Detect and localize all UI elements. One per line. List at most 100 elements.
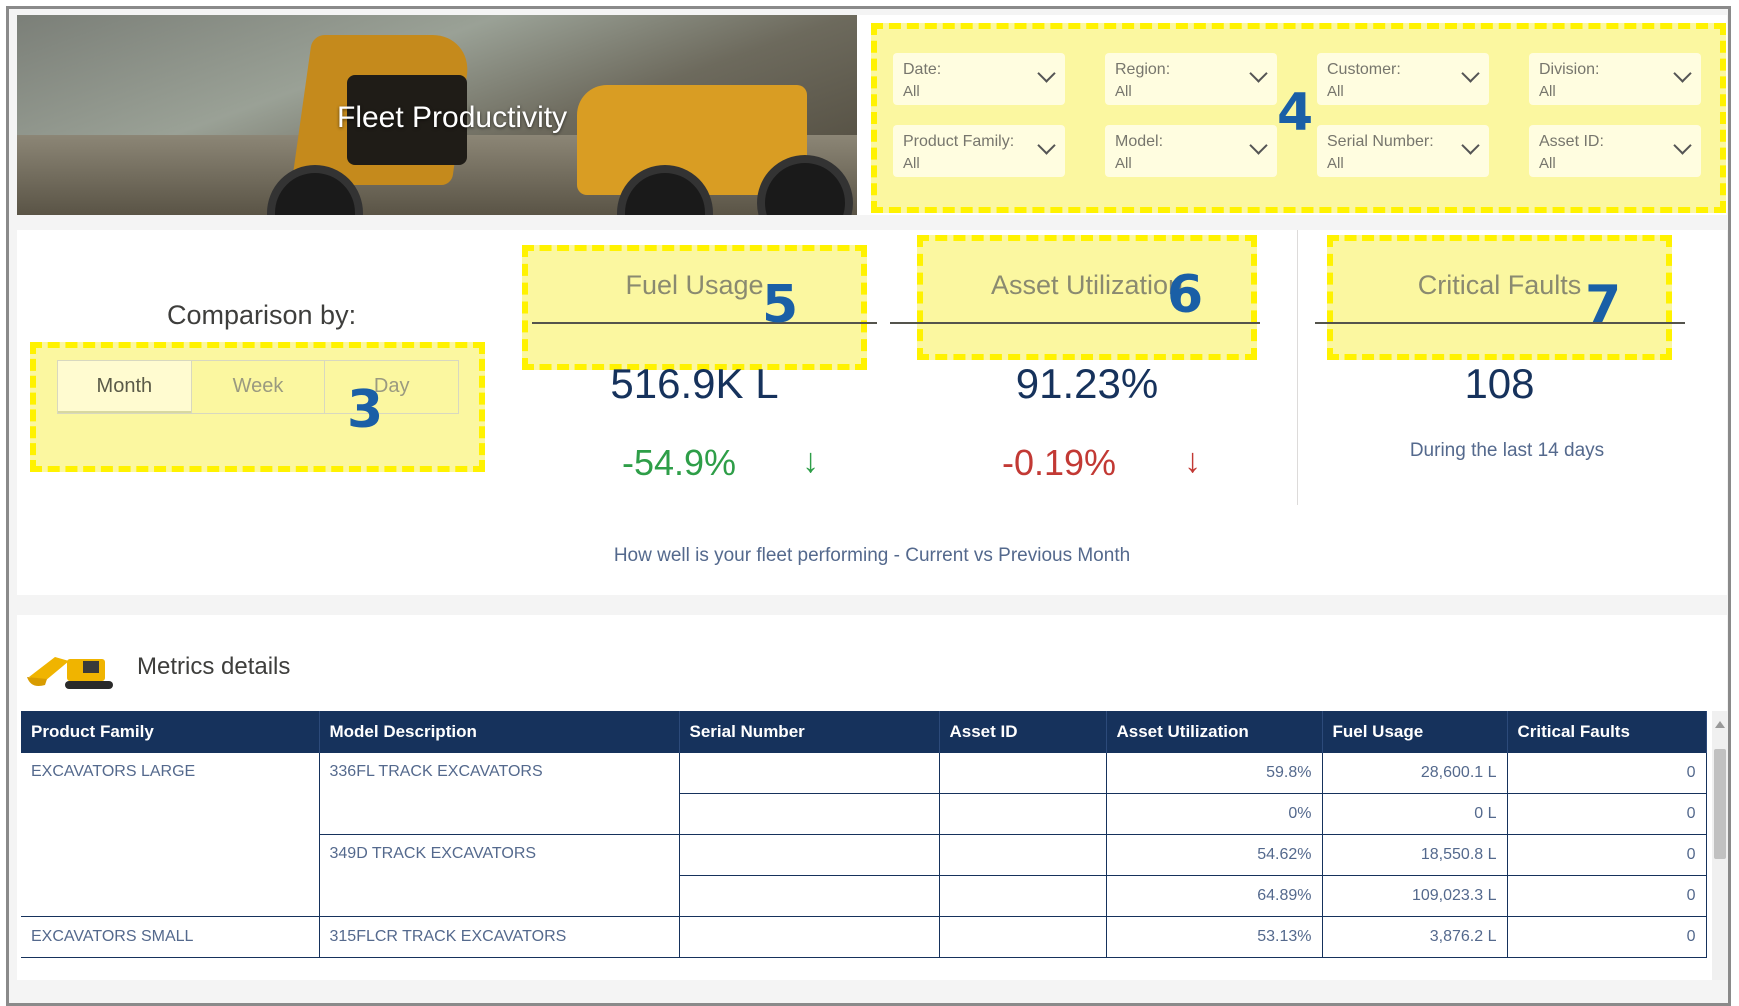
cell-asset-id (939, 875, 1107, 917)
filter-label: Model: (1115, 133, 1164, 150)
faults-divider (1315, 322, 1685, 324)
chevron-down-icon (1037, 64, 1056, 83)
filter-date[interactable]: Date: All (893, 53, 1065, 105)
cell-serial (679, 753, 940, 794)
scroll-up-icon[interactable] (1715, 721, 1725, 728)
cell-utilization: 53.13% (1106, 916, 1323, 958)
scrollbar-thumb[interactable] (1714, 749, 1726, 859)
filter-value: All (1327, 155, 1344, 172)
cell-serial (679, 834, 940, 876)
filter-value: All (1539, 155, 1556, 172)
cell-product-family: EXCAVATORS LARGE (21, 753, 320, 917)
filter-value: All (1115, 83, 1132, 100)
cell-fuel: 109,023.3 L (1322, 875, 1508, 917)
filter-region[interactable]: Region: All (1105, 53, 1277, 105)
filter-label: Customer: (1327, 61, 1401, 78)
cell-utilization: 0% (1106, 793, 1323, 835)
table-scrollbar[interactable] (1712, 711, 1728, 980)
cell-serial (679, 916, 940, 958)
asset-utilization-title: Asset Utilization (990, 270, 1184, 300)
cell-fuel: 0 L (1322, 793, 1508, 835)
page-title: Fleet Productivity (337, 101, 568, 134)
filter-label: Product Family: (903, 133, 1015, 150)
table-header-row: Product Family Model Description Serial … (21, 711, 1707, 753)
arrow-down-icon: ↓ (1184, 442, 1201, 480)
fuel-divider (532, 322, 877, 324)
cell-asset-id (939, 916, 1107, 958)
comparison-label: Comparison by: (167, 300, 357, 330)
comparison-toggle: Month Week Day (57, 360, 459, 414)
metrics-table: Product Family Model Description Serial … (21, 711, 1707, 958)
fuel-highlight (522, 245, 867, 370)
annotation-number: 3 (347, 380, 384, 440)
cell-model: 349D TRACK EXCAVATORS (319, 834, 680, 917)
annotation-number: 5 (762, 275, 799, 335)
cell-model: 336FL TRACK EXCAVATORS (319, 753, 680, 835)
column-header-serial-number[interactable]: Serial Number (679, 711, 940, 753)
chevron-down-icon (1461, 136, 1480, 155)
cell-asset-id (939, 753, 1107, 794)
filter-value: All (903, 155, 920, 172)
comparison-option-week[interactable]: Week (192, 361, 326, 413)
comparison-option-day[interactable]: Day (325, 361, 458, 413)
comparison-option-month[interactable]: Month (58, 361, 192, 413)
cell-asset-id (939, 793, 1107, 835)
arrow-down-icon: ↓ (802, 442, 819, 480)
utilization-divider (890, 322, 1260, 324)
filter-division[interactable]: Division: All (1529, 53, 1701, 105)
filter-value: All (1327, 83, 1344, 100)
column-header-asset-utilization[interactable]: Asset Utilization (1106, 711, 1323, 753)
cell-fuel: 28,600.1 L (1322, 753, 1508, 794)
cell-faults: 0 (1507, 834, 1707, 876)
filter-label: Asset ID: (1539, 133, 1604, 150)
critical-faults-value: 108 (1464, 360, 1535, 407)
chevron-down-icon (1673, 136, 1692, 155)
column-header-fuel-usage[interactable]: Fuel Usage (1322, 711, 1508, 753)
fuel-usage-title: Fuel Usage (625, 270, 764, 300)
cell-utilization: 54.62% (1106, 834, 1323, 876)
cell-utilization: 64.89% (1106, 875, 1323, 917)
cell-utilization: 59.8% (1106, 753, 1323, 794)
metrics-title: Metrics details (137, 653, 291, 680)
fuel-usage-delta: -54.9% (622, 442, 737, 483)
chevron-down-icon (1249, 136, 1268, 155)
cell-faults: 0 (1507, 753, 1707, 794)
cell-faults: 0 (1507, 793, 1707, 835)
filter-value: All (903, 83, 920, 100)
annotation-number: 7 (1585, 275, 1622, 335)
kpi-divider (1297, 230, 1298, 505)
filter-model[interactable]: Model: All (1105, 125, 1277, 177)
metrics-panel: Metrics details Product Family Model Des… (17, 615, 1728, 980)
filter-product-family[interactable]: Product Family: All (893, 125, 1065, 177)
table-row[interactable]: EXCAVATORS SMALL 315FLCR TRACK EXCAVATOR… (21, 916, 1707, 958)
annotation-number: 6 (1167, 265, 1204, 325)
column-header-product-family[interactable]: Product Family (21, 711, 320, 753)
filter-customer[interactable]: Customer: All (1317, 53, 1489, 105)
filter-serial-number[interactable]: Serial Number: All (1317, 125, 1489, 177)
kpi-panel: Comparison by: Month Week Day 3 Fuel Usa… (17, 230, 1727, 595)
annotation-number: 4 (1277, 83, 1314, 143)
asset-utilization-value: 91.23% (1015, 360, 1159, 407)
asset-utilization-delta: -0.19% (1002, 442, 1117, 483)
cell-faults: 0 (1507, 916, 1707, 958)
table-row[interactable]: EXCAVATORS LARGE 336FL TRACK EXCAVATORS … (21, 753, 1707, 917)
cell-fuel: 18,550.8 L (1322, 834, 1508, 876)
filter-label: Serial Number: (1327, 133, 1434, 150)
column-header-critical-faults[interactable]: Critical Faults (1507, 711, 1707, 753)
filter-asset-id[interactable]: Asset ID: All (1529, 125, 1701, 177)
column-header-asset-id[interactable]: Asset ID (939, 711, 1107, 753)
fuel-usage-value: 516.9K L (610, 360, 779, 407)
chevron-down-icon (1461, 64, 1480, 83)
cell-product-family: EXCAVATORS SMALL (21, 916, 320, 958)
cell-asset-id (939, 834, 1107, 876)
kpi-subtitle: How well is your fleet performing - Curr… (613, 545, 1131, 566)
chevron-down-icon (1673, 64, 1692, 83)
column-header-model-description[interactable]: Model Description (319, 711, 680, 753)
cell-serial (679, 875, 940, 917)
cell-serial (679, 793, 940, 835)
filter-label: Division: (1539, 61, 1600, 78)
cell-fuel: 3,876.2 L (1322, 916, 1508, 958)
cell-model: 315FLCR TRACK EXCAVATORS (319, 916, 680, 958)
excavator-icon (27, 657, 113, 689)
filter-label: Date: (903, 61, 942, 78)
